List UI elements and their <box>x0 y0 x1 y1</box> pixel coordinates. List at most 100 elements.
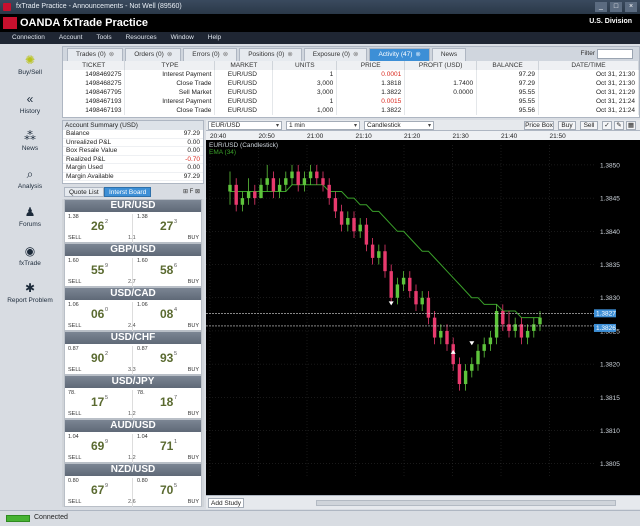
tab-close-icon[interactable]: ⊗ <box>167 51 172 58</box>
pencil-icon[interactable]: ✎ <box>614 121 624 130</box>
nav-fxtrade[interactable]: ◉ fxTrade <box>0 243 60 267</box>
col-type[interactable]: TYPE <box>124 61 216 70</box>
table-row[interactable]: 1498468275 Close Trade EUR/USD 3,000 1.3818 1… <box>63 79 639 88</box>
instrument-select[interactable]: EUR/USD <box>208 121 282 130</box>
col-price[interactable]: PRICE <box>336 61 406 70</box>
price-tick-label: 1.3835 <box>600 262 620 269</box>
nav-analysis[interactable]: ⌕ Analysis <box>0 166 60 190</box>
price-box-button[interactable]: Price Box <box>524 121 554 130</box>
tab-errors[interactable]: Errors (0) ⊗ <box>183 48 238 61</box>
buy-button[interactable]: 0.80 70 5 BUY <box>134 478 202 507</box>
col-datetime[interactable]: DATE/TIME <box>538 61 639 70</box>
menu-connection[interactable]: Connection <box>12 32 45 44</box>
grid-icon[interactable]: ▦ <box>626 121 636 130</box>
quote-tabs: Quote List Interst Board ⊞ F ⊠ <box>62 186 204 198</box>
menu-window[interactable]: Window <box>171 32 194 44</box>
tab-close-icon[interactable]: ⊗ <box>353 51 358 58</box>
sell-button[interactable]: 1.06 06 0 SELL <box>65 302 133 332</box>
candle-body <box>439 330 443 338</box>
buy-price-pips: 27 <box>160 219 174 233</box>
tab-quote-list[interactable]: Quote List <box>64 187 104 197</box>
tab-interest-board[interactable]: Interst Board <box>104 187 152 197</box>
candle-body <box>414 291 418 305</box>
buy-button[interactable]: 1.60 58 6 BUY <box>134 258 202 288</box>
currency-pair: USD/CHF <box>65 332 201 344</box>
nav-buy-sell[interactable]: ✺ Buy/Sell <box>0 52 60 76</box>
menu-help[interactable]: Help <box>208 32 221 44</box>
buy-button[interactable]: 0.87 93 5 BUY <box>134 346 202 376</box>
tab-activity[interactable]: Activity (47) ⊗ <box>369 48 430 61</box>
quote-card: NZD/USD 0.80 67 9 SELL 0.80 70 5 BUY 2.6 <box>64 463 202 507</box>
buy-button[interactable]: 1.06 08 4 BUY <box>134 302 202 332</box>
tab-close-icon[interactable]: ⊗ <box>415 51 420 58</box>
sell-price-fraction: 2 <box>105 351 109 357</box>
menu-tools[interactable]: Tools <box>96 32 111 44</box>
sell-price-fraction: 9 <box>105 263 109 269</box>
buy-price-fraction: 5 <box>174 351 178 357</box>
sell-button[interactable]: 0.87 90 2 SELL <box>65 346 133 376</box>
price-cell: 0.0015 <box>336 97 406 106</box>
currency-pair: EUR/USD <box>65 200 201 212</box>
chart-sell-button[interactable]: Sell <box>580 121 598 130</box>
buy-button[interactable]: 1.04 71 1 BUY <box>134 434 202 464</box>
quote-tools-icons[interactable]: ⊞ F ⊠ <box>183 188 200 195</box>
nav-history[interactable]: « History <box>0 91 60 115</box>
nav-forums[interactable]: ♟ Forums <box>0 204 60 228</box>
chart-buy-button[interactable]: Buy <box>558 121 576 130</box>
check-icon[interactable]: ✓ <box>602 121 612 130</box>
maximize-button[interactable]: □ <box>610 2 622 12</box>
candlestick-chart[interactable]: 20:40 20:50 21:00 21:10 21:20 21:30 21:40 21:50… <box>206 131 640 495</box>
table-row[interactable]: 1498467193 Close Trade EUR/USD 1,000 1.3822 9… <box>63 106 639 115</box>
market-cell: EUR/USD <box>214 97 274 106</box>
col-profit[interactable]: PROFIT (USD) <box>404 61 478 70</box>
sell-button[interactable]: 1.60 55 9 SELL <box>65 258 133 288</box>
sell-button[interactable]: 78. 17 5 SELL <box>65 390 133 420</box>
magnifier-icon: ⌕ <box>26 167 34 181</box>
filter-input[interactable] <box>597 49 633 59</box>
sell-button[interactable]: 1.04 69 9 SELL <box>65 434 133 464</box>
price-tick-label: 1.3815 <box>600 395 620 402</box>
sell-price-prefix: 1.04 <box>68 434 79 440</box>
col-units[interactable]: UNITS <box>272 61 338 70</box>
price-axis <box>594 140 640 495</box>
menu-resources[interactable]: Resources <box>126 32 157 44</box>
sell-button[interactable]: 0.80 67 9 SELL <box>65 478 133 507</box>
table-row[interactable]: 1498467795 Sell Market EUR/USD 3,000 1.3822 0… <box>63 88 639 97</box>
add-study-select[interactable]: Add Study <box>208 498 244 508</box>
table-row[interactable]: 1498467193 Interest Payment EUR/USD 1 0.0015… <box>63 97 639 106</box>
candle-body <box>457 364 462 385</box>
col-balance[interactable]: BALANCE <box>476 61 540 70</box>
tab-exposure[interactable]: Exposure (0) ⊗ <box>303 48 368 61</box>
close-button[interactable]: × <box>625 2 637 12</box>
col-market[interactable]: MARKET <box>214 61 274 70</box>
buy-button[interactable]: 78. 18 7 BUY <box>134 390 202 420</box>
ticket-cell: 1498467795 <box>63 88 126 97</box>
granularity-select[interactable]: 1 min <box>286 121 360 130</box>
tab-close-icon[interactable]: ⊗ <box>287 51 292 58</box>
sell-price-pips: 67 <box>91 483 105 497</box>
candle-body <box>327 184 331 199</box>
minimize-button[interactable]: _ <box>595 2 607 12</box>
menu-account[interactable]: Account <box>59 32 83 44</box>
tab-trades[interactable]: Trades (0) ⊗ <box>67 48 124 61</box>
buy-button[interactable]: 1.38 27 3 BUY <box>134 214 202 244</box>
tab-close-icon[interactable]: ⊗ <box>109 51 114 58</box>
tab-close-icon[interactable]: ⊗ <box>223 51 228 58</box>
nav-report-problem[interactable]: ✱ Report Problem <box>0 280 60 304</box>
chart-style-select[interactable]: Candlestick <box>364 121 434 130</box>
nav-news[interactable]: ⁂ News <box>0 128 60 152</box>
sell-price-fraction: 9 <box>105 483 109 489</box>
chart-svg[interactable]: 20:40 20:50 21:00 21:10 21:20 21:30 21:40 21:50… <box>206 131 640 495</box>
tab-news[interactable]: News <box>431 48 467 61</box>
ticket-cell: 1498467193 <box>63 97 126 106</box>
chart-scrollbar[interactable] <box>316 500 616 506</box>
tab-positions[interactable]: Positions (0) ⊗ <box>239 48 302 61</box>
tab-orders[interactable]: Orders (0) ⊗ <box>125 48 182 61</box>
profit-cell <box>404 70 478 79</box>
col-ticket[interactable]: TICKET <box>63 61 126 70</box>
table-row[interactable]: 1498469275 Interest Payment EUR/USD 1 0.0001… <box>63 70 639 79</box>
sell-price-fraction: 5 <box>105 395 109 401</box>
buy-price-prefix: 1.38 <box>137 214 148 220</box>
sell-button[interactable]: 1.38 26 2 SELL <box>65 214 133 244</box>
price-cell: 1.3822 <box>336 88 406 97</box>
